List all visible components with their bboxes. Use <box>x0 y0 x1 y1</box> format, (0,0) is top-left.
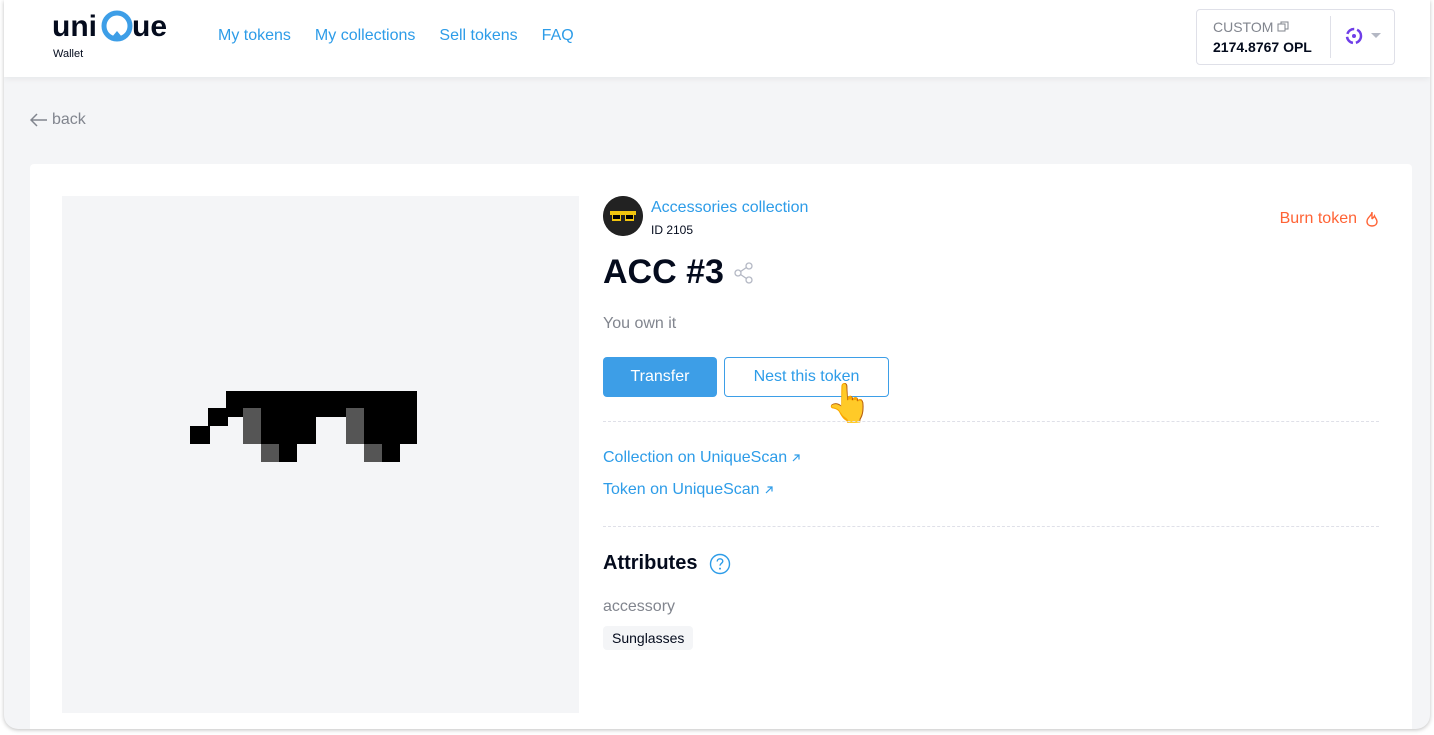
collection-uniquescan-label: Collection on UniqueScan <box>603 449 788 466</box>
token-title: ACC #3 <box>603 253 724 291</box>
section-divider <box>603 526 1379 527</box>
flame-icon <box>1366 211 1378 227</box>
nav-my-tokens[interactable]: My tokens <box>218 27 291 45</box>
sunglasses-image <box>190 391 417 462</box>
account-name: CUSTOM <box>1213 19 1274 35</box>
attribute-name: accessory <box>603 598 676 615</box>
token-uniquescan-link[interactable]: Token on UniqueScan <box>603 481 774 499</box>
token-image <box>62 196 579 713</box>
collection-id: ID 2105 <box>651 223 694 237</box>
share-icon[interactable] <box>734 261 754 284</box>
copy-icon[interactable] <box>1277 21 1289 33</box>
nav-my-collections[interactable]: My collections <box>315 27 415 45</box>
collection-avatar[interactable] <box>603 196 643 236</box>
external-link-icon <box>765 486 773 494</box>
back-link[interactable]: back <box>30 111 86 129</box>
attributes-heading-row: Attributes <box>603 552 731 575</box>
collection-avatar-image <box>603 196 643 236</box>
token-title-row: ACC #3 <box>603 253 754 292</box>
burn-token-button[interactable]: Burn token <box>1280 210 1379 228</box>
account-name-row: CUSTOM <box>1213 19 1289 35</box>
attribute-value-tag: Sunglasses <box>603 626 694 650</box>
attributes-heading: Attributes <box>603 552 698 574</box>
nav-sell-tokens[interactable]: Sell tokens <box>439 27 517 45</box>
main-nav: My tokens My collections Sell tokens FAQ <box>218 27 574 45</box>
help-circle-icon[interactable] <box>709 553 731 575</box>
transfer-button[interactable]: Transfer <box>603 357 717 397</box>
collection-name-link[interactable]: Accessories collection <box>651 199 808 217</box>
account-divider <box>1330 16 1331 58</box>
account-selector[interactable]: CUSTOM 2174.8767 OPL <box>1196 9 1395 65</box>
arrow-left-icon <box>30 113 47 127</box>
account-balance: 2174.8767 OPL <box>1213 39 1312 55</box>
app-window: uni ue Wallet My tokens My collections S… <box>4 0 1430 729</box>
top-header: uni ue Wallet My tokens My collections S… <box>4 0 1430 77</box>
nav-faq[interactable]: FAQ <box>542 27 574 45</box>
burn-token-label: Burn token <box>1279 210 1357 227</box>
svg-text:uni: uni <box>52 10 97 43</box>
token-uniquescan-label: Token on UniqueScan <box>603 481 760 498</box>
section-divider <box>603 421 1379 422</box>
chevron-down-icon <box>1371 33 1381 38</box>
external-link-icon <box>792 454 800 462</box>
collection-uniquescan-link[interactable]: Collection on UniqueScan <box>603 449 801 467</box>
unique-logo-mark: uni ue <box>52 10 167 43</box>
network-selector[interactable] <box>1345 27 1381 45</box>
ownership-status: You own it <box>603 315 677 332</box>
svg-text:ue: ue <box>132 10 167 43</box>
token-card: Accessories collection ID 2105 Burn toke… <box>30 164 1412 729</box>
unique-logo[interactable]: uni ue Wallet <box>52 10 182 66</box>
logo-subtitle: Wallet <box>53 48 84 60</box>
pointing-hand-cursor-icon: 👆 <box>825 383 873 425</box>
back-label: back <box>52 111 86 128</box>
polkadot-network-icon <box>1345 27 1363 45</box>
